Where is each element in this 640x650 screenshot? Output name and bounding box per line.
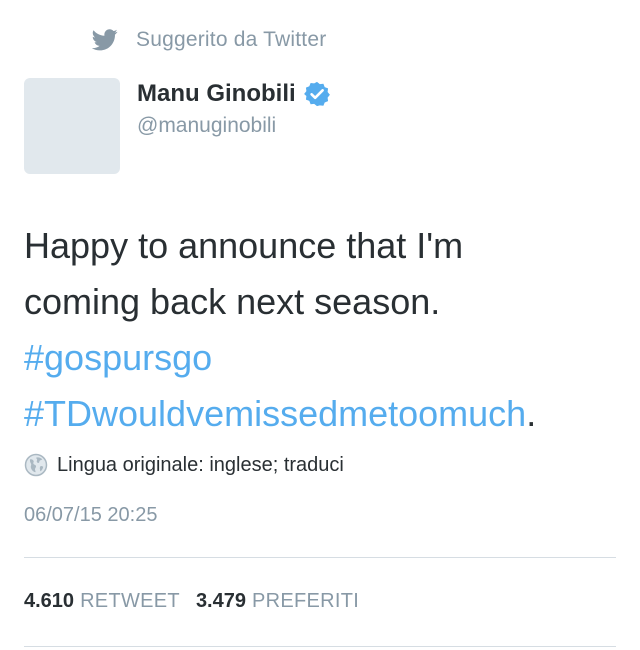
favorites-stat[interactable]: 3.479 PREFERITI <box>196 590 359 613</box>
retweets-count: 4.610 <box>24 590 75 612</box>
user-handle[interactable]: @manuginobili <box>137 114 276 138</box>
divider <box>24 646 616 647</box>
tweet-trailing-punctuation: . <box>526 393 537 434</box>
globe-icon <box>24 453 48 477</box>
translate-row[interactable]: Lingua originale: inglese; traduci <box>24 451 344 479</box>
hashtag-link[interactable]: #TDwouldvemissedmetoomuch <box>24 393 526 434</box>
user-name-row: Manu Ginobili <box>137 80 330 108</box>
avatar[interactable] <box>24 78 120 174</box>
retweets-stat[interactable]: 4.610 RETWEET <box>24 590 180 613</box>
suggested-label: Suggerito da Twitter <box>136 28 327 51</box>
favorites-label: PREFERITI <box>252 590 360 612</box>
translate-link[interactable]: Lingua originale: inglese; traduci <box>57 454 344 477</box>
favorites-count: 3.479 <box>195 590 246 612</box>
tweet-timestamp: 06/07/15 20:25 <box>24 504 158 526</box>
divider <box>24 557 616 558</box>
tweet-line: Happy to announce that I'm <box>24 225 464 266</box>
retweets-label: RETWEET <box>80 590 180 612</box>
hashtag-link[interactable]: #gospursgo <box>24 337 212 378</box>
twitter-bird-icon <box>92 29 118 51</box>
display-name[interactable]: Manu Ginobili <box>137 80 296 108</box>
tweet-text: Happy to announce that I'm coming back n… <box>24 218 624 442</box>
tweet-stats: 4.610 RETWEET 3.479 PREFERITI <box>24 590 359 613</box>
verified-badge-icon <box>303 81 330 107</box>
suggested-by-twitter: Suggerito da Twitter <box>92 26 326 54</box>
tweet-line: coming back next season. <box>24 281 441 322</box>
